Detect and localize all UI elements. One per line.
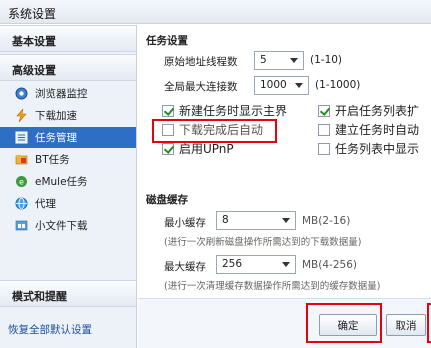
task-settings-title: 任务设置 xyxy=(146,35,188,47)
sidebar-item-label: 浏览器监控 xyxy=(35,88,88,100)
checkbox-label: 建立任务时自动 xyxy=(335,123,420,137)
small-file-icon xyxy=(14,219,28,233)
min-cache-select[interactable]: 8 xyxy=(216,211,296,230)
checkbox-task-list-extend[interactable]: 开启任务列表扩 xyxy=(318,102,419,119)
title-bar: 系统设置 xyxy=(0,0,431,24)
max-connections-select[interactable]: 1000 xyxy=(254,76,309,95)
checkbox-box[interactable] xyxy=(162,104,174,117)
sidebar-item-label: BT任务 xyxy=(35,154,70,166)
checkbox-box[interactable] xyxy=(318,123,330,136)
sidebar-item-label: 小文件下载 xyxy=(35,220,88,232)
max-connections-value: 1000 xyxy=(260,79,287,91)
sidebar-item-download-accel[interactable]: 下载加速 xyxy=(0,105,136,126)
task-list-icon xyxy=(14,131,28,145)
origin-threads-label: 原始地址线程数 xyxy=(164,56,238,68)
lightning-icon xyxy=(14,109,28,123)
chevron-down-icon xyxy=(295,83,303,88)
bt-folder-icon xyxy=(14,153,28,167)
chevron-down-icon xyxy=(290,58,298,63)
proxy-globe-icon xyxy=(14,197,28,211)
svg-text:e: e xyxy=(19,178,24,187)
highlight-auto-after-download xyxy=(152,119,277,143)
sidebar-item-small-file[interactable]: 小文件下载 xyxy=(0,215,136,236)
min-cache-value: 8 xyxy=(222,214,229,226)
section-advanced-settings[interactable]: 高级设置 xyxy=(0,54,136,81)
sidebar-item-browser-monitor[interactable]: 浏览器监控 xyxy=(0,83,136,104)
checkbox-label: 任务列表中显示 xyxy=(335,142,420,156)
min-cache-label: 最小缓存 xyxy=(164,217,206,229)
disk-cache-title: 磁盘缓存 xyxy=(146,194,188,206)
checkbox-box[interactable] xyxy=(318,104,330,117)
sidebar-item-label: 任务管理 xyxy=(35,132,77,144)
chevron-down-icon xyxy=(282,262,290,267)
sidebar-item-label: 下载加速 xyxy=(35,110,77,122)
checkbox-box[interactable] xyxy=(162,142,174,155)
checkbox-auto-on-create[interactable]: 建立任务时自动 xyxy=(318,121,419,138)
checkbox-box[interactable] xyxy=(318,142,330,155)
max-cache-value: 256 xyxy=(222,258,243,270)
highlight-ok-button xyxy=(306,303,382,343)
checkbox-label: 开启任务列表扩 xyxy=(335,104,420,118)
max-cache-label: 最大缓存 xyxy=(164,261,206,273)
max-connections-label: 全局最大连接数 xyxy=(164,81,238,93)
highlight-right-edge xyxy=(427,303,431,343)
sidebar-item-label: eMule任务 xyxy=(35,176,88,188)
checkbox-show-main-on-new-task[interactable]: 新建任务时显示主界 xyxy=(162,102,287,119)
browser-monitor-icon xyxy=(14,87,28,101)
section-basic-settings[interactable]: 基本设置 xyxy=(0,25,136,52)
max-connections-range: (1-1000) xyxy=(315,79,361,91)
sidebar-item-bt-task[interactable]: BT任务 xyxy=(0,149,136,170)
sidebar: 基本设置 高级设置 浏览器监控 下载加速 任务管理 BT任务 e eMule任务 xyxy=(0,25,137,348)
min-cache-hint: (进行一次刷新磁盘操作所需达到的下载数据量) xyxy=(164,237,362,248)
dialog-footer: 确定 取消 xyxy=(138,298,431,348)
sidebar-item-task-management[interactable]: 任务管理 xyxy=(0,127,136,148)
section-mode-and-alerts[interactable]: 模式和提醒 xyxy=(0,280,136,307)
checkbox-show-in-task-list[interactable]: 任务列表中显示 xyxy=(318,140,419,157)
origin-threads-range: (1-10) xyxy=(310,54,343,66)
chevron-down-icon xyxy=(282,218,290,223)
sidebar-item-label: 代理 xyxy=(35,198,56,210)
max-cache-select[interactable]: 256 xyxy=(216,255,296,274)
origin-threads-value: 5 xyxy=(260,54,267,66)
emule-icon: e xyxy=(14,175,28,189)
min-cache-range: MB(2-16) xyxy=(302,215,351,227)
max-cache-range: MB(4-256) xyxy=(302,259,357,271)
max-cache-hint: (进行一次清理缓存数据操作所需达到的缓存数据量) xyxy=(164,281,381,292)
restore-defaults-link[interactable]: 恢复全部默认设置 xyxy=(8,322,92,337)
sidebar-item-proxy[interactable]: 代理 xyxy=(0,193,136,214)
checkbox-label: 新建任务时显示主界 xyxy=(179,104,288,118)
origin-threads-select[interactable]: 5 xyxy=(254,51,304,70)
window-title: 系统设置 xyxy=(8,7,57,21)
sidebar-item-emule-task[interactable]: e eMule任务 xyxy=(0,171,136,192)
cancel-button[interactable]: 取消 xyxy=(386,314,426,336)
